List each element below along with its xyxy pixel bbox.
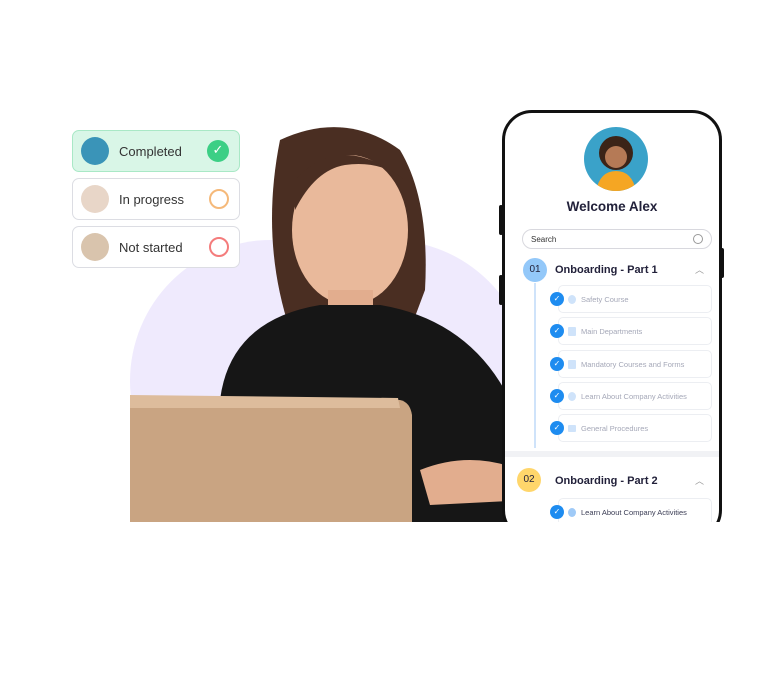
check-icon: ✓	[550, 357, 564, 371]
section-number: 02	[517, 468, 541, 492]
folder-icon	[568, 425, 576, 432]
status-card-completed: Completed ✓	[72, 130, 240, 172]
status-card-in-progress: In progress	[72, 178, 240, 220]
progress-ring-icon	[209, 189, 229, 209]
document-icon	[568, 360, 576, 369]
list-item[interactable]: ✓ Main Departments	[550, 317, 712, 345]
status-label: In progress	[119, 191, 185, 207]
section-title[interactable]: Onboarding - Part 2	[555, 475, 658, 487]
crop-mask	[490, 522, 730, 552]
user-avatar	[584, 127, 648, 191]
document-icon	[568, 327, 576, 336]
avatar	[81, 185, 109, 213]
check-icon: ✓	[550, 389, 564, 403]
status-card-not-started: Not started	[72, 226, 240, 268]
search-icon[interactable]	[693, 234, 703, 244]
play-icon	[568, 392, 576, 401]
check-circle-icon: ✓	[207, 140, 229, 162]
list-item[interactable]: ✓ Safety Course	[550, 285, 712, 313]
play-icon	[568, 295, 576, 304]
welcome-heading: Welcome Alex	[566, 199, 658, 214]
timeline-line	[534, 283, 536, 448]
list-item[interactable]: ✓ Mandatory Courses and Forms	[550, 350, 712, 378]
search-input[interactable]: Search	[522, 229, 712, 249]
check-icon: ✓	[550, 324, 564, 338]
play-icon	[568, 508, 576, 517]
check-icon: ✓	[550, 421, 564, 435]
section-number: 01	[523, 258, 547, 282]
status-label: Not started	[119, 239, 183, 255]
status-label: Completed	[119, 143, 182, 159]
list-item[interactable]: ✓ Learn About Company Activities	[550, 382, 712, 410]
phone-mockup: Welcome Alex Search 01 Onboarding - Part…	[502, 110, 722, 540]
chevron-up-icon[interactable]: ︿	[695, 474, 704, 487]
section-title[interactable]: Onboarding - Part 1	[555, 264, 658, 276]
list-item[interactable]: ✓ General Procedures	[550, 414, 712, 442]
avatar	[81, 233, 109, 261]
empty-ring-icon	[209, 237, 229, 257]
section-divider	[505, 451, 719, 457]
chevron-up-icon[interactable]: ︿	[695, 263, 704, 276]
check-icon: ✓	[550, 505, 564, 519]
check-icon: ✓	[550, 292, 564, 306]
search-placeholder: Search	[531, 235, 557, 244]
avatar	[81, 137, 109, 165]
